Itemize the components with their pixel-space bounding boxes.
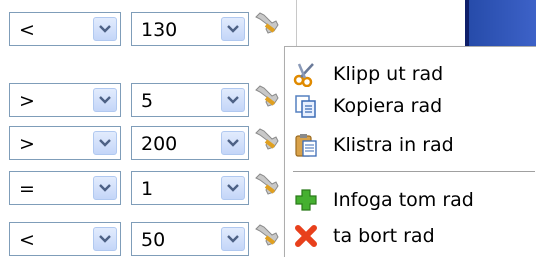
operator-value: < <box>19 229 35 251</box>
dropdown-arrow-button[interactable] <box>221 131 245 155</box>
operator-select-row-4[interactable]: = <box>9 171 121 205</box>
context-menu: Klipp ut rad Kopiera rad Klistra in rad … <box>284 46 536 257</box>
operator-select-row-2[interactable]: > <box>9 83 121 117</box>
paste-icon <box>295 134 317 157</box>
menu-item-label: Kopiera rad <box>333 95 443 117</box>
operator-value: > <box>19 133 35 155</box>
value-select-row-4[interactable]: 1 <box>131 171 249 205</box>
dropdown-arrow-button[interactable] <box>221 17 245 41</box>
operator-select-row-3[interactable]: > <box>9 126 121 160</box>
value-select-row-3[interactable]: 200 <box>131 126 249 160</box>
value-text: 5 <box>141 90 154 112</box>
menu-item-paste-row[interactable]: Klistra in rad <box>287 128 535 162</box>
value-text: 200 <box>141 133 178 155</box>
value-select-row-1[interactable]: 130 <box>131 12 249 46</box>
value-text: 50 <box>141 229 166 251</box>
operator-value: > <box>19 90 35 112</box>
dropdown-arrow-button[interactable] <box>221 88 245 112</box>
value-select-row-5[interactable]: 50 <box>131 222 249 256</box>
menu-item-label: ta bort rad <box>333 225 435 247</box>
menu-item-label: Infoga tom rad <box>333 189 474 211</box>
wrench-icon[interactable] <box>252 82 280 110</box>
delete-icon <box>295 225 317 247</box>
menu-item-label: Klistra in rad <box>333 134 454 156</box>
menu-item-copy-row[interactable]: Kopiera rad <box>287 89 535 123</box>
value-select-row-2[interactable]: 5 <box>131 83 249 117</box>
dropdown-arrow-button[interactable] <box>93 227 117 251</box>
insert-icon <box>295 189 317 211</box>
dropdown-arrow-button[interactable] <box>221 176 245 200</box>
operator-value: = <box>19 178 35 200</box>
menu-separator <box>293 171 535 173</box>
copy-icon <box>295 95 316 118</box>
value-text: 1 <box>141 178 154 200</box>
menu-item-insert-empty-row[interactable]: Infoga tom rad <box>287 183 535 217</box>
dropdown-arrow-button[interactable] <box>93 88 117 112</box>
operator-value: < <box>19 19 35 41</box>
scissors-icon <box>293 63 314 87</box>
operator-select-row-1[interactable]: < <box>9 12 121 46</box>
menu-item-cut-row[interactable]: Klipp ut rad <box>287 57 535 91</box>
wrench-icon[interactable] <box>252 125 280 153</box>
menu-item-delete-row[interactable]: ta bort rad <box>287 219 535 253</box>
value-text: 130 <box>141 19 178 41</box>
dropdown-arrow-button[interactable] <box>93 17 117 41</box>
menu-item-label: Klipp ut rad <box>333 63 444 85</box>
dropdown-arrow-button[interactable] <box>93 131 117 155</box>
operator-select-row-5[interactable]: < <box>9 222 121 256</box>
dropdown-arrow-button[interactable] <box>221 227 245 251</box>
dropdown-arrow-button[interactable] <box>93 176 117 200</box>
wrench-icon[interactable] <box>252 9 280 37</box>
wrench-icon[interactable] <box>252 170 280 198</box>
selected-cell-highlight <box>465 0 536 46</box>
wrench-icon[interactable] <box>252 221 280 249</box>
